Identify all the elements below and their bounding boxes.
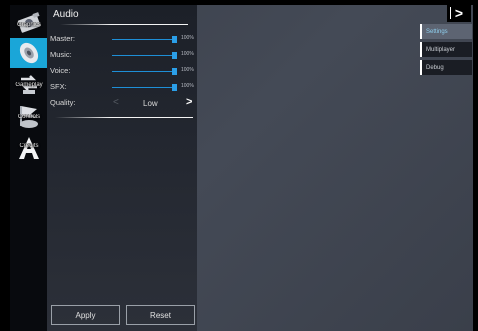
music-value: 100% [181, 51, 194, 57]
master-slider-handle[interactable] [172, 36, 177, 43]
quality-value: Low [143, 99, 158, 108]
category-label: Credits [19, 143, 39, 149]
sfx-volume-row: SFX: 100% [50, 82, 196, 94]
tab-multiplayer[interactable]: Multiplayer [420, 42, 472, 57]
sfx-label: SFX: [50, 82, 67, 91]
reset-button[interactable]: Reset [126, 305, 195, 325]
title-divider [60, 24, 188, 25]
master-value: 100% [181, 35, 194, 41]
master-volume-row: Master: 100% [50, 34, 196, 46]
sfx-value: 100% [181, 83, 194, 89]
quality-next-arrow[interactable]: > [186, 96, 192, 108]
category-gameplay[interactable]: Gameplay [10, 69, 47, 99]
music-label: Music: [50, 50, 72, 59]
speaker-icon [16, 40, 42, 66]
category-sidebar: Graphics Gameplay Controls Credits [10, 5, 47, 331]
voice-label: Voice: [50, 66, 71, 75]
sfx-slider-track[interactable] [112, 87, 174, 88]
category-label: Controls [17, 114, 41, 120]
tab-settings[interactable]: Settings [420, 24, 472, 39]
category-label: Graphics [16, 22, 41, 28]
category-controls[interactable]: Controls [10, 101, 47, 131]
section-divider [55, 117, 193, 118]
music-volume-row: Music: 100% [50, 50, 196, 62]
collapse-panel-button[interactable]: > [447, 4, 471, 22]
tab-debug[interactable]: Debug [420, 60, 472, 75]
apply-button[interactable]: Apply [51, 305, 120, 325]
master-label: Master: [50, 34, 76, 43]
master-slider-track[interactable] [112, 39, 174, 40]
category-audio[interactable] [10, 38, 47, 68]
music-slider-handle[interactable] [172, 52, 177, 59]
panel-title: Audio [53, 9, 79, 20]
chevron-right-icon: > [454, 5, 464, 21]
quality-label: Quality: [50, 98, 76, 107]
music-slider-track[interactable] [112, 55, 174, 56]
category-label: Gameplay [15, 82, 43, 88]
voice-volume-row: Voice: 100% [50, 66, 196, 78]
category-credits[interactable]: Credits [10, 133, 47, 163]
quality-row: Quality: [50, 98, 196, 110]
voice-slider-handle[interactable] [172, 68, 177, 75]
quality-prev-arrow[interactable]: < [113, 97, 119, 108]
voice-value: 100% [181, 67, 194, 73]
category-graphics[interactable]: Graphics [10, 8, 47, 38]
sfx-slider-handle[interactable] [172, 84, 177, 91]
voice-slider-track[interactable] [112, 71, 174, 72]
